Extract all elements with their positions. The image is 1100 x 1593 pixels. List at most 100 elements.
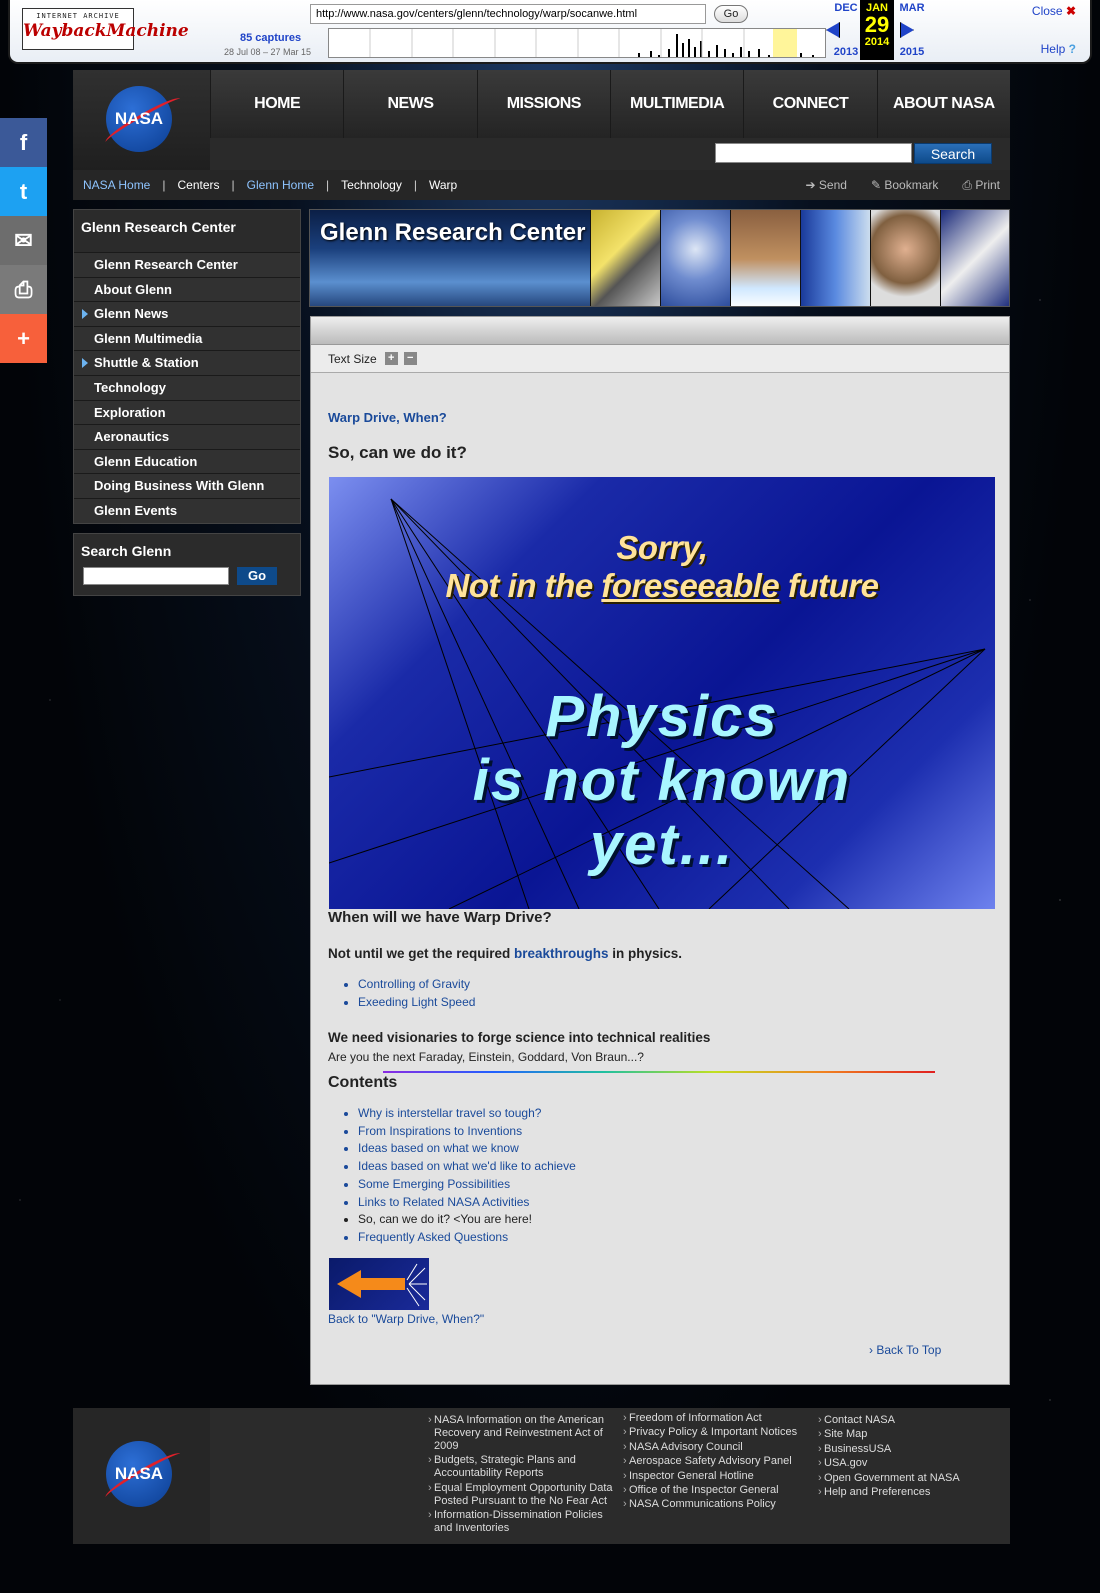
- footer-link[interactable]: NASA Communications Policy: [623, 1498, 808, 1511]
- email-icon[interactable]: ✉: [0, 216, 47, 265]
- capture-sparkline[interactable]: [328, 28, 826, 58]
- footer-link[interactable]: Help and Preferences: [818, 1486, 1003, 1499]
- sidebar-item-glenn-education[interactable]: Glenn Education: [74, 448, 300, 474]
- search-glenn-title: Search Glenn: [81, 543, 172, 559]
- sidebar-item-glenn-research-center[interactable]: Glenn Research Center: [74, 252, 300, 277]
- answer-text: Not until we get the required breakthrou…: [328, 946, 683, 961]
- footer-link[interactable]: Aerospace Safety Advisory Panel: [623, 1455, 808, 1468]
- footer-link[interactable]: Contact NASA: [818, 1414, 1003, 1427]
- crumb-warp: Warp: [428, 178, 458, 192]
- prev-month[interactable]: DEC 2013: [828, 2, 864, 58]
- text-size-decrease-button[interactable]: −: [403, 352, 417, 365]
- twitter-icon[interactable]: t: [0, 167, 47, 216]
- wayback-toolbar: INTERNET ARCHIVE WaybackMachine http://w…: [8, 0, 1092, 64]
- contents-item[interactable]: Frequently Asked Questions: [358, 1229, 998, 1247]
- visionaries-subtext: Are you the next Faraday, Einstein, Godd…: [328, 1050, 644, 1064]
- footer-link[interactable]: USA.gov: [818, 1457, 1003, 1470]
- crumb-glenn-home[interactable]: Glenn Home: [247, 178, 314, 192]
- spaceplane-photo: [940, 210, 1009, 306]
- prev-arrow-icon[interactable]: [826, 22, 840, 38]
- breakthroughs-link[interactable]: breakthroughs: [514, 946, 609, 961]
- footer-link[interactable]: NASA Information on the American Recover…: [428, 1414, 613, 1453]
- capture-range: 28 Jul 08 – 27 Mar 15: [224, 47, 312, 57]
- sidebar-item-glenn-news[interactable]: Glenn News: [74, 301, 300, 326]
- current-date: JAN 29 2014: [860, 0, 894, 60]
- send-button[interactable]: ➔ Send: [806, 178, 847, 193]
- footer-link[interactable]: Inspector General Hotline: [623, 1470, 808, 1483]
- kicker-title: Warp Drive, When?: [328, 410, 447, 425]
- facebook-icon[interactable]: f: [0, 118, 47, 167]
- contents-item[interactable]: Ideas based on what we know: [358, 1140, 998, 1158]
- next-month[interactable]: MAR 2015: [894, 2, 930, 58]
- footer-link[interactable]: Budgets, Strategic Plans and Accountabil…: [428, 1454, 613, 1480]
- warp-slide-image: Sorry, Not in the foreseeable future Phy…: [329, 477, 995, 909]
- footer-logo[interactable]: NASA: [73, 1408, 210, 1544]
- nav-about-nasa[interactable]: ABOUT NASA: [876, 70, 1010, 138]
- nav-home[interactable]: HOME: [210, 70, 343, 138]
- contents-item[interactable]: Ideas based on what we'd like to achieve: [358, 1158, 998, 1176]
- text-size-increase-button[interactable]: +: [384, 352, 398, 365]
- footer-link[interactable]: Privacy Policy & Important Notices: [623, 1426, 808, 1439]
- contents-item[interactable]: Why is interstellar travel so tough?: [358, 1105, 998, 1123]
- nav-missions[interactable]: MISSIONS: [476, 70, 610, 138]
- sidebar-item-technology[interactable]: Technology: [74, 374, 300, 400]
- sidebar: Glenn Research Center Glenn Research Cen…: [73, 209, 301, 524]
- search-glenn-input[interactable]: [83, 567, 229, 585]
- contents-item-current: So, can we do it? <You are here!: [358, 1211, 998, 1229]
- crumb-technology[interactable]: Technology: [341, 178, 402, 192]
- sidebar-item-shuttle-station[interactable]: Shuttle & Station: [74, 350, 300, 375]
- back-to-top-link[interactable]: › Back To Top: [869, 1343, 941, 1357]
- footer-link[interactable]: Office of the Inspector General: [623, 1484, 808, 1497]
- help-link[interactable]: Help ?: [1041, 42, 1076, 56]
- footer-link[interactable]: Information-Dissemination Policies and I…: [428, 1509, 613, 1535]
- back-arrow-image[interactable]: [329, 1258, 429, 1310]
- footer-link[interactable]: Site Map: [818, 1428, 1003, 1441]
- contents-item[interactable]: Links to Related NASA Activities: [358, 1194, 998, 1212]
- crumb-centers[interactable]: Centers: [177, 178, 219, 192]
- sidebar-item-glenn-multimedia[interactable]: Glenn Multimedia: [74, 325, 300, 351]
- footer-link[interactable]: BusinessUSA: [818, 1443, 1003, 1456]
- search-glenn-go-button[interactable]: Go: [237, 567, 277, 585]
- wayback-logo[interactable]: INTERNET ARCHIVE WaybackMachine: [22, 8, 189, 50]
- glenn-banner: Glenn Research Center: [309, 209, 1010, 307]
- footer-link[interactable]: NASA Advisory Council: [623, 1441, 808, 1454]
- visionaries-heading: We need visionaries to forge science int…: [328, 1030, 711, 1045]
- list-item-light-speed[interactable]: Exeeding Light Speed: [358, 994, 998, 1012]
- list-item-gravity[interactable]: Controlling of Gravity: [358, 976, 998, 994]
- print-button[interactable]: ⎙ Print: [962, 178, 1000, 193]
- banner-photo-strip: [590, 210, 1009, 306]
- footer-link[interactable]: Freedom of Information Act: [623, 1412, 808, 1425]
- wayback-go-button[interactable]: Go: [714, 5, 748, 23]
- sidebar-item-exploration[interactable]: Exploration: [74, 399, 300, 425]
- search-input[interactable]: [715, 143, 912, 163]
- nav-connect[interactable]: CONNECT: [743, 70, 876, 138]
- footer-column-2: Freedom of Information Act Privacy Polic…: [623, 1412, 808, 1513]
- contents-item[interactable]: Some Emerging Possibilities: [358, 1176, 998, 1194]
- sparkline-highlight: [773, 29, 797, 57]
- sidebar-item-doing-business[interactable]: Doing Business With Glenn: [74, 473, 300, 498]
- captures-link[interactable]: 85 captures: [240, 32, 301, 44]
- print-icon[interactable]: ⎙: [0, 265, 47, 314]
- nasa-logo[interactable]: NASA: [73, 70, 210, 170]
- more-share-icon[interactable]: +: [0, 314, 47, 363]
- nav-multimedia[interactable]: MULTIMEDIA: [609, 70, 743, 138]
- contents-list: Why is interstellar travel so tough? Fro…: [328, 1105, 998, 1247]
- back-link[interactable]: Back to "Warp Drive, When?": [328, 1312, 998, 1326]
- search-button[interactable]: Search: [914, 143, 992, 164]
- footer-link[interactable]: Open Government at NASA: [818, 1472, 1003, 1485]
- close-button[interactable]: Close ✖: [1032, 4, 1076, 18]
- wayback-url-input[interactable]: http://www.nasa.gov/centers/glenn/techno…: [310, 4, 706, 24]
- crumb-nasa-home[interactable]: NASA Home: [83, 178, 150, 192]
- bookmark-button[interactable]: ✎ Bookmark: [871, 178, 938, 193]
- contents-item[interactable]: From Inspirations to Inventions: [358, 1123, 998, 1141]
- sidebar-item-about-glenn[interactable]: About Glenn: [74, 276, 300, 302]
- engine-photo: [730, 210, 800, 306]
- nav-news[interactable]: NEWS: [343, 70, 476, 138]
- search-glenn-box: Search Glenn Go: [73, 533, 301, 596]
- footer-link[interactable]: Equal Employment Opportunity Data Posted…: [428, 1482, 613, 1508]
- sidebar-item-aeronautics[interactable]: Aeronautics: [74, 424, 300, 449]
- next-arrow-icon[interactable]: [900, 22, 914, 38]
- text-size-control: Text Size + −: [311, 345, 1009, 373]
- sidebar-item-glenn-events[interactable]: Glenn Events: [74, 497, 300, 523]
- footer-column-3: Contact NASA Site Map BusinessUSA USA.go…: [818, 1414, 1003, 1500]
